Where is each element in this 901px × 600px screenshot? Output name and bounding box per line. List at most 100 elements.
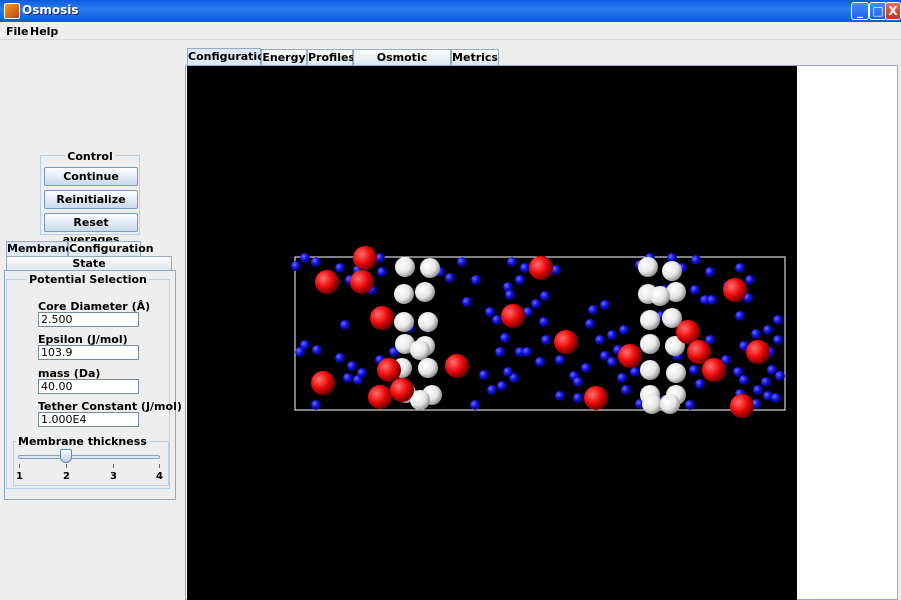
membrane-thickness-title: Membrane thickness [16, 435, 149, 448]
slider-tick [66, 464, 67, 468]
app-icon [4, 3, 20, 19]
solvent-particle [771, 393, 781, 403]
menu-file[interactable]: File [6, 25, 29, 38]
membrane-particle [640, 360, 660, 380]
solvent-particle [600, 300, 610, 310]
solute-particle [730, 394, 754, 418]
solvent-particle [707, 295, 717, 305]
solute-particle [702, 358, 726, 382]
solvent-particle [507, 257, 517, 267]
solute-particle [746, 340, 770, 364]
solute-particle [529, 256, 553, 280]
solvent-particle [539, 317, 549, 327]
solvent-particle [340, 320, 350, 330]
membrane-particle [662, 261, 682, 281]
solvent-particle [581, 363, 591, 373]
solvent-particle [555, 391, 565, 401]
simulation-display[interactable] [187, 66, 797, 600]
solvent-particle [773, 335, 783, 345]
solvent-particle [695, 379, 705, 389]
membrane-thickness-slider-track[interactable] [18, 455, 160, 459]
solute-particle [370, 306, 394, 330]
solvent-particle [462, 297, 472, 307]
solvent-particle [295, 347, 305, 357]
solvent-particle [767, 365, 777, 375]
slider-tick-label: 4 [156, 471, 163, 482]
solvent-particle [291, 261, 301, 271]
slider-tick [159, 464, 160, 468]
membrane-particle [394, 312, 414, 332]
slider-tick-label: 3 [110, 471, 117, 482]
close-button[interactable]: X [885, 2, 901, 20]
reset-averages-button[interactable]: Reset averages [44, 213, 138, 246]
solvent-particle [500, 333, 510, 343]
slider-tick [113, 464, 114, 468]
solvent-particle [531, 299, 541, 309]
solvent-particle [585, 319, 595, 329]
membrane-particle [410, 340, 430, 360]
solvent-particle [343, 373, 353, 383]
minimize-button[interactable]: _ [851, 2, 869, 20]
control-title: Control [65, 150, 115, 163]
solvent-particle [607, 357, 617, 367]
solvent-particle [690, 285, 700, 295]
solvent-particle [573, 393, 583, 403]
solvent-particle [751, 329, 761, 339]
solvent-particle [607, 330, 617, 340]
membrane-particle [418, 358, 438, 378]
solvent-particle [505, 290, 515, 300]
tab-membrane[interactable]: Membrane [6, 241, 73, 256]
membrane-particle [415, 282, 435, 302]
solvent-particle [377, 267, 387, 277]
solute-particle [501, 304, 525, 328]
solvent-particle [520, 263, 530, 273]
solute-particle [311, 371, 335, 395]
solvent-particle [619, 325, 629, 335]
membrane-thickness-slider-thumb[interactable] [60, 449, 72, 463]
solvent-particle [691, 255, 701, 265]
tether-constant-field[interactable]: 1.000E4 [38, 412, 139, 427]
solute-particle [618, 344, 642, 368]
menu-bar: File Help [0, 22, 901, 40]
solvent-particle [689, 365, 699, 375]
solute-particle [554, 330, 578, 354]
display-background [187, 66, 797, 600]
tab-osmotic-pressure[interactable]: Osmotic Pressure [353, 49, 451, 79]
membrane-particle [418, 312, 438, 332]
solute-particle [368, 385, 392, 409]
solvent-particle [495, 347, 505, 357]
menu-help[interactable]: Help [30, 25, 58, 38]
solute-particle [353, 246, 377, 270]
solvent-particle [555, 355, 565, 365]
core-diameter-field[interactable]: 2.500 [38, 312, 139, 327]
tab-state[interactable]: State [6, 256, 172, 271]
solvent-particle [515, 275, 525, 285]
window-title: Osmosis [22, 3, 79, 17]
continue-button[interactable]: Continue [44, 167, 138, 186]
tab-configuration-left[interactable]: Configuration [68, 241, 154, 256]
solute-particle [315, 270, 339, 294]
solvent-particle [540, 291, 550, 301]
solvent-particle [471, 275, 481, 285]
membrane-thickness-group: Membrane thickness [13, 435, 169, 486]
membrane-particle [420, 258, 440, 278]
solvent-particle [685, 400, 695, 410]
solvent-particle [487, 385, 497, 395]
tab-configuration[interactable]: Configuration [187, 48, 273, 66]
tab-metrics[interactable]: Metrics [451, 49, 499, 65]
tab-profiles[interactable]: Profiles [307, 49, 355, 65]
solvent-particle [497, 381, 507, 391]
epsilon-field[interactable]: 103.9 [38, 345, 139, 360]
solvent-particle [573, 377, 583, 387]
solute-particle [350, 270, 374, 294]
solvent-particle [535, 357, 545, 367]
reinitialize-button[interactable]: Reinitialize [44, 190, 138, 209]
solvent-particle [739, 375, 749, 385]
solvent-particle [485, 307, 495, 317]
mass-field[interactable]: 40.00 [38, 379, 139, 394]
control-group: Control Continue Reinitialize Reset aver… [40, 150, 140, 246]
membrane-particle [660, 394, 680, 414]
solvent-particle [445, 273, 455, 283]
solvent-particle [763, 325, 773, 335]
tab-energy[interactable]: Energy [261, 49, 307, 65]
